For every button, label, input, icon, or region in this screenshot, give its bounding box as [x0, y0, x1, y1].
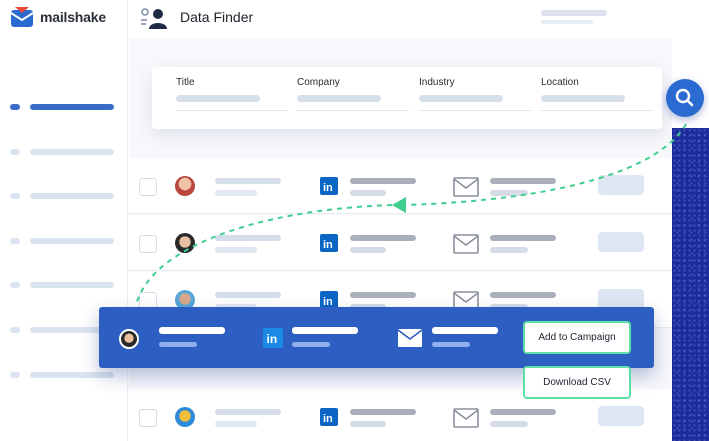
filter-title[interactable]: Title [176, 77, 288, 111]
mail-icon[interactable] [397, 328, 423, 348]
brand-name: mailshake [40, 9, 106, 25]
nav-item-1[interactable] [10, 102, 118, 112]
search-button[interactable] [666, 79, 704, 117]
linkedin-icon[interactable]: in [320, 408, 338, 426]
row-checkbox[interactable] [139, 178, 157, 196]
filter-location[interactable]: Location [541, 77, 653, 111]
linkedin-icon[interactable]: in [263, 328, 283, 348]
nav-item-4[interactable] [10, 236, 118, 246]
nav-item-7[interactable] [10, 370, 118, 380]
linkedin-icon[interactable]: in [320, 234, 338, 252]
brand-logo[interactable]: mailshake [10, 6, 106, 28]
header-placeholder-sub [541, 20, 593, 24]
table-row[interactable]: in [129, 215, 672, 271]
svg-text:in: in [267, 332, 278, 346]
status-badge [598, 406, 644, 426]
filter-industry[interactable]: Industry [419, 77, 531, 111]
avatar [175, 176, 195, 196]
nav-item-5[interactable] [10, 280, 118, 290]
avatar [119, 329, 139, 349]
decorative-texture [672, 128, 709, 441]
nav-item-3[interactable] [10, 191, 118, 201]
mail-icon[interactable] [453, 408, 479, 428]
status-badge [598, 232, 644, 252]
linkedin-icon[interactable]: in [320, 177, 338, 195]
status-badge [598, 175, 644, 195]
filter-value-placeholder [297, 95, 381, 102]
filter-label: Location [541, 77, 579, 88]
row-checkbox[interactable] [139, 409, 157, 427]
avatar [175, 407, 195, 427]
filter-value-placeholder [419, 95, 503, 102]
add-to-campaign-button[interactable]: Add to Campaign [523, 321, 631, 354]
filter-value-placeholder [176, 95, 260, 102]
page-title: Data Finder [180, 9, 254, 25]
sidebar: mailshake [0, 0, 128, 441]
svg-text:in: in [323, 413, 333, 425]
row-checkbox[interactable] [139, 235, 157, 253]
mail-icon[interactable] [453, 177, 479, 197]
filter-label: Company [297, 77, 340, 88]
page-header: Data Finder [129, 0, 672, 38]
table-row[interactable]: in [129, 158, 672, 214]
avatar [175, 233, 195, 253]
svg-text:in: in [323, 239, 333, 251]
svg-text:in: in [323, 182, 333, 194]
header-placeholder [541, 10, 607, 16]
filter-bar: Title Company Industry Location [152, 67, 662, 129]
download-csv-button[interactable]: Download CSV [523, 366, 631, 399]
filter-label: Industry [419, 77, 455, 88]
search-icon [675, 88, 694, 107]
filter-company[interactable]: Company [297, 77, 409, 111]
status-badge [598, 289, 644, 309]
nav-item-2[interactable] [10, 147, 118, 157]
people-search-icon [139, 6, 169, 30]
filter-label: Title [176, 77, 195, 88]
filter-value-placeholder [541, 95, 625, 102]
mailshake-logo-icon [10, 6, 34, 28]
mail-icon[interactable] [453, 234, 479, 254]
